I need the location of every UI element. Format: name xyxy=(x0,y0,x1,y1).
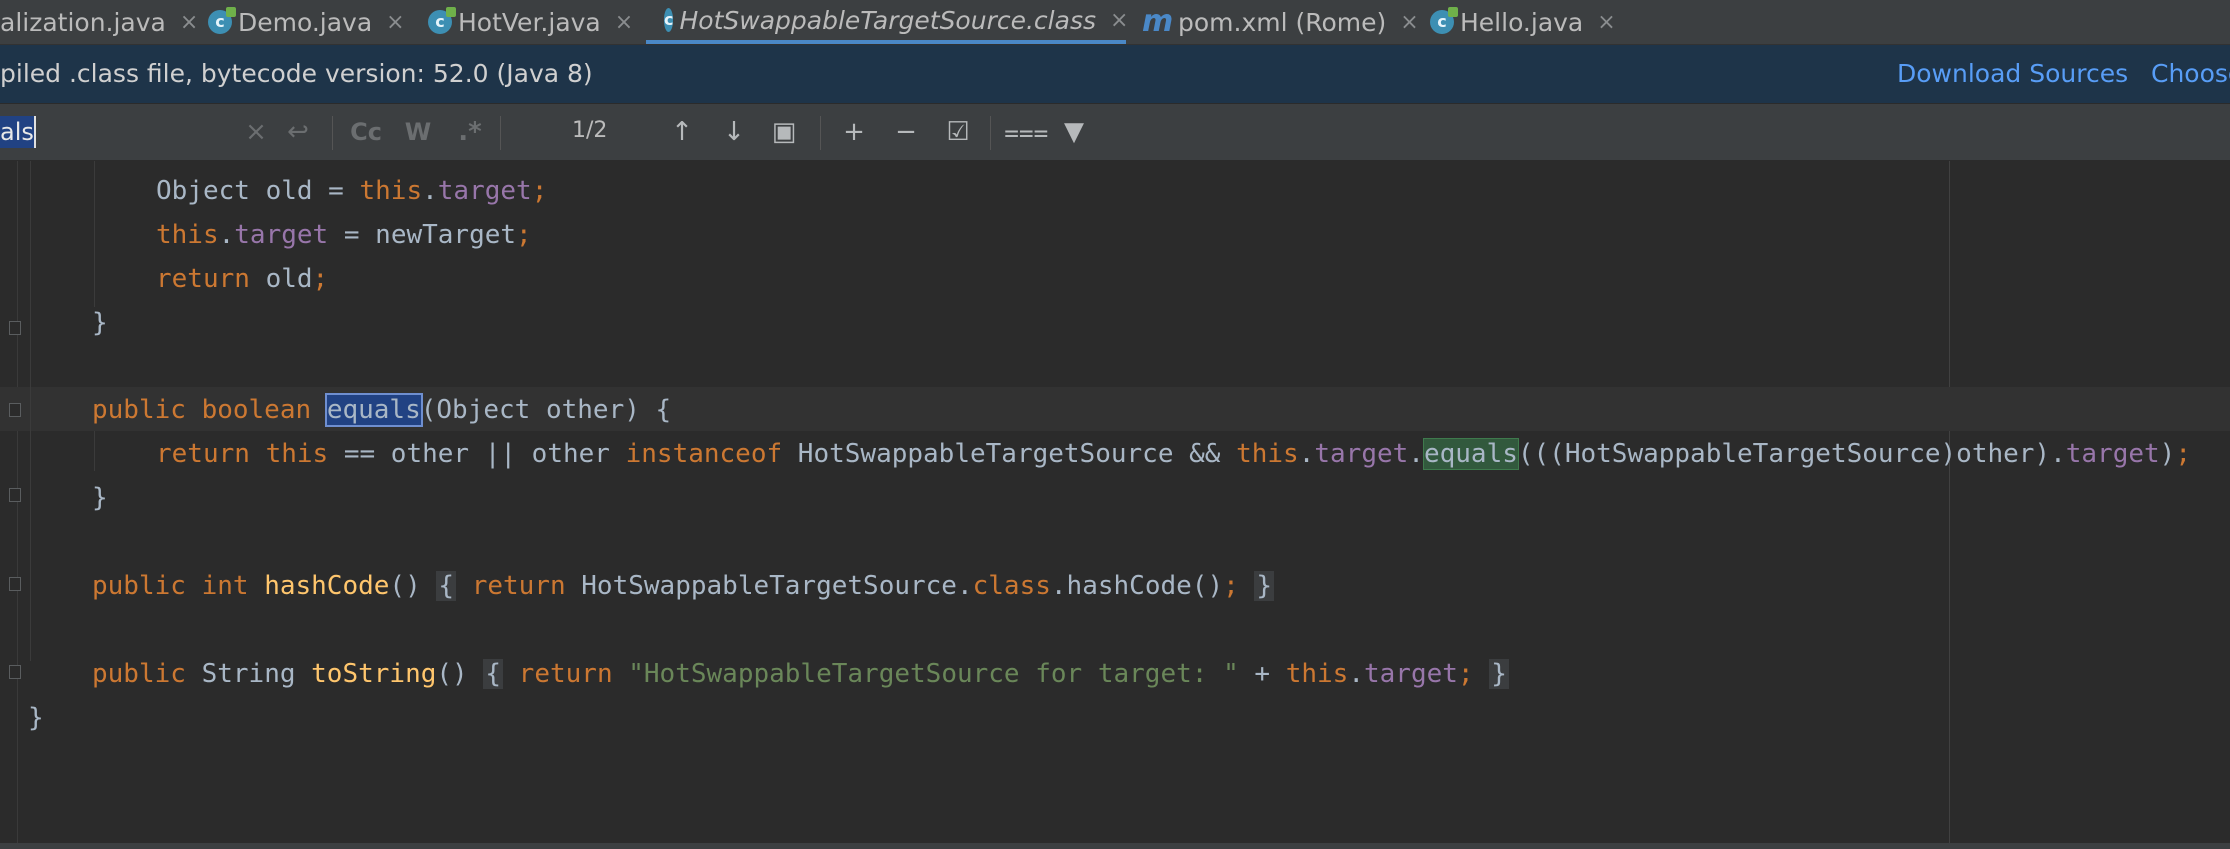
clear-search-icon[interactable]: × xyxy=(238,114,274,150)
code-line: public String toString() { return "HotSw… xyxy=(92,659,1509,689)
next-occurrence-icon[interactable]: ↓ xyxy=(716,114,752,150)
match-case-icon[interactable]: Cc xyxy=(348,114,384,150)
folded-region-marker[interactable] xyxy=(9,665,21,679)
close-icon[interactable]: × xyxy=(615,10,633,35)
gutter-border xyxy=(17,161,18,843)
search-input[interactable]: als xyxy=(0,104,270,160)
tab-pom-xml[interactable]: m pom.xml (Rome) × xyxy=(1142,0,1419,44)
separator xyxy=(990,116,991,150)
fold-end-marker[interactable] xyxy=(9,488,21,502)
code-line: } xyxy=(28,703,44,733)
search-match-current: equals xyxy=(324,393,423,427)
separator xyxy=(332,116,333,150)
indent-guide xyxy=(94,431,95,471)
separator xyxy=(500,116,501,150)
filter-search-results-icon[interactable]: ⩶ xyxy=(1004,114,1049,150)
tab-hotswappabletargetsource[interactable]: c HotSwappableTargetSource.class × xyxy=(646,0,1128,44)
code-line: return this == other || other instanceof… xyxy=(156,438,2191,470)
tab-label: alization.java xyxy=(0,7,166,37)
search-match: equals xyxy=(1422,438,1519,470)
java-class-icon: c xyxy=(208,7,236,34)
folded-code-box[interactable]: } xyxy=(1489,659,1509,689)
fold-start-marker[interactable] xyxy=(9,403,21,417)
close-icon[interactable]: × xyxy=(180,10,198,35)
folded-region-marker[interactable] xyxy=(9,577,21,591)
folded-code-box[interactable]: { xyxy=(436,571,457,601)
folded-code-box[interactable]: } xyxy=(1254,571,1275,601)
remove-occurrence-icon[interactable]: − xyxy=(888,114,924,150)
code-line: Object old = this.target; xyxy=(156,176,548,206)
code-line: public int hashCode() { return HotSwappa… xyxy=(92,571,1275,601)
java-class-icon: c xyxy=(1430,7,1458,34)
close-icon[interactable]: × xyxy=(1400,10,1418,35)
indent-guide xyxy=(30,161,31,661)
horizontal-scrollbar[interactable] xyxy=(0,843,2230,849)
close-icon[interactable]: × xyxy=(386,10,404,35)
maven-icon: m xyxy=(1142,4,1174,39)
class-file-icon: c xyxy=(664,8,674,32)
tab-label: Hello.java xyxy=(1460,7,1584,37)
tab-label: HotVer.java xyxy=(458,7,601,37)
java-class-icon: c xyxy=(428,7,456,34)
search-query: als xyxy=(0,116,36,148)
new-line-icon[interactable]: ↩ xyxy=(280,114,316,150)
indent-guide xyxy=(94,161,95,307)
code-editor[interactable]: Object old = this.target; this.target = … xyxy=(0,161,2230,843)
decompiled-notice-banner: piled .class file, bytecode version: 52.… xyxy=(0,45,2230,103)
banner-message: piled .class file, bytecode version: 52.… xyxy=(0,59,593,88)
code-line: } xyxy=(92,483,108,513)
previous-occurrence-icon[interactable]: ↑ xyxy=(664,114,700,150)
match-count: 1/2 xyxy=(572,118,608,143)
tab-serialization[interactable]: alization.java × xyxy=(0,0,198,44)
tab-label: HotSwappableTargetSource.class xyxy=(679,5,1096,35)
tab-hello[interactable]: c Hello.java × xyxy=(1430,0,1616,44)
close-icon[interactable]: × xyxy=(1110,8,1128,33)
close-icon[interactable]: × xyxy=(1597,10,1615,35)
select-all-occurrences-icon[interactable]: ☑ xyxy=(940,114,976,150)
fold-end-marker[interactable] xyxy=(9,321,21,335)
tab-hotver[interactable]: c HotVer.java × xyxy=(428,0,633,44)
tab-demo[interactable]: c Demo.java × xyxy=(208,0,405,44)
download-sources-link[interactable]: Download Sources xyxy=(1897,59,2128,88)
choose-sources-link[interactable]: Choose xyxy=(2151,59,2230,88)
regex-icon[interactable]: .* xyxy=(452,114,488,150)
find-toolbar: als × ↩ Cc W .* 1/2 ↑ ↓ ▣ + − ☑ ⩶ ▼ xyxy=(0,104,2230,161)
whole-words-icon[interactable]: W xyxy=(400,114,436,150)
code-line: public boolean equals(Object other) { xyxy=(92,393,672,427)
separator xyxy=(820,116,821,150)
add-occurrence-icon[interactable]: + xyxy=(836,114,872,150)
code-line: return old; xyxy=(156,264,329,294)
editor-tab-bar: alization.java × c Demo.java × c HotVer.… xyxy=(0,0,2230,45)
tab-label: pom.xml (Rome) xyxy=(1178,7,1387,37)
code-line: } xyxy=(92,308,108,338)
code-line: this.target = newTarget; xyxy=(156,220,532,250)
right-margin-guide xyxy=(1949,161,1950,843)
text-caret xyxy=(34,116,36,148)
open-in-window-icon[interactable]: ▣ xyxy=(766,114,802,150)
tab-label: Demo.java xyxy=(238,7,373,37)
folded-code-box[interactable]: { xyxy=(483,659,504,689)
filter-icon[interactable]: ▼ xyxy=(1056,114,1092,150)
